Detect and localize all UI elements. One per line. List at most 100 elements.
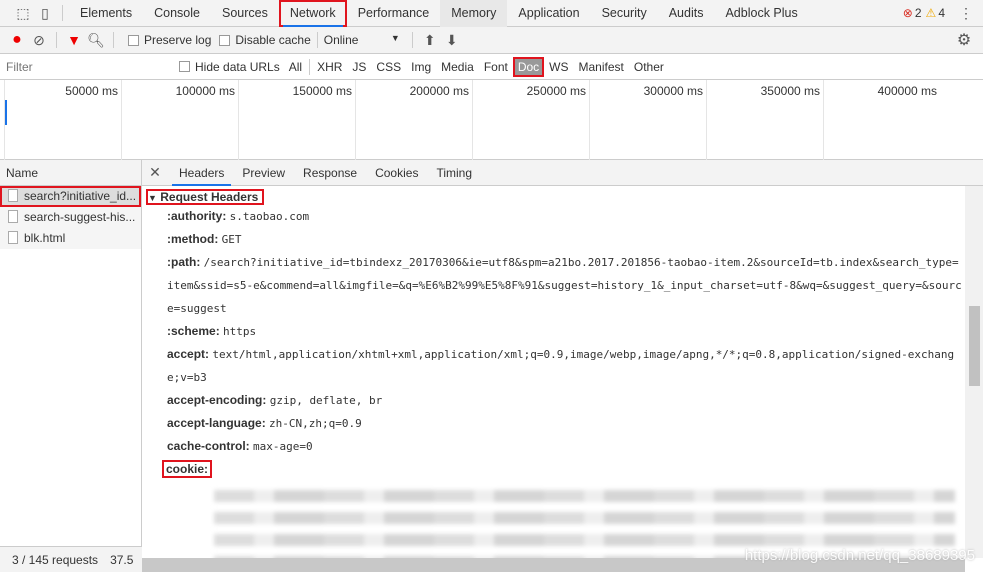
name-column-header[interactable]: Name [0,160,141,186]
export-har-icon[interactable]: ⬇ [441,32,463,49]
filter-ws[interactable]: WS [544,60,573,74]
vertical-scrollbar[interactable] [965,186,983,558]
disable-cache-checkbox[interactable] [219,34,231,46]
filter-js[interactable]: JS [347,60,371,74]
header-row: cache-control: max-age=0 [142,435,965,458]
preserve-log-label[interactable]: Preserve log [144,33,211,47]
request-row[interactable]: search?initiative_id... [0,186,141,207]
header-value: GET [221,233,242,246]
header-name: accept: [167,347,210,361]
tab-preview[interactable]: Preview [233,160,294,186]
header-value: /search?initiative_id=tbindexz_20170306&… [167,256,962,315]
inspect-element-icon[interactable]: ⬚ [12,5,34,22]
header-row: accept-encoding: gzip, deflate, br [142,389,965,412]
timeline-tick: 150000 ms [238,80,355,160]
settings-gear-icon[interactable]: ⚙ [953,30,975,50]
tab-memory[interactable]: Memory [440,0,508,27]
warning-count[interactable]: 4 [938,6,945,20]
header-name: accept-encoding: [167,393,267,407]
scrollbar-thumb[interactable] [969,306,980,386]
header-value: max-age=0 [253,440,313,453]
header-name: :path: [167,255,201,269]
throttle-select[interactable]: Online ▼ [324,33,400,47]
tab-adblock-plus[interactable]: Adblock Plus [714,0,808,27]
request-headers-section[interactable]: ▼ Request Headers [146,189,265,205]
request-row[interactable]: blk.html [0,228,141,249]
headers-content: ▼ Request Headers :authority: s.taobao.c… [142,186,965,558]
header-row: :path: /search?initiative_id=tbindexz_20… [142,251,965,320]
tab-sources[interactable]: Sources [211,0,279,27]
tab-elements[interactable]: Elements [69,0,143,27]
record-icon[interactable]: ● [6,31,28,49]
timeline-tick: 50000 ms [4,80,121,160]
filter-css[interactable]: CSS [371,60,406,74]
divider [62,5,63,21]
preserve-log-checkbox[interactable] [128,34,139,46]
request-list: Name search?initiative_id... search-sugg… [0,160,142,572]
devtools-tab-bar: ⬚ ▯ Elements Console Sources Network Per… [0,0,983,27]
tab-response[interactable]: Response [294,160,366,186]
status-bar: 3 / 145 requests 37.5 [0,546,142,572]
watermark: https://blog.csdn.net/qq_38689395 [744,547,975,564]
timeline-tick: 400000 ms [823,80,940,160]
timeline-marker [5,100,7,125]
error-count[interactable]: 2 [915,6,922,20]
tab-security[interactable]: Security [591,0,658,27]
clear-icon[interactable]: ⊘ [28,32,50,49]
tab-cookies[interactable]: Cookies [366,160,427,186]
tab-headers[interactable]: Headers [170,160,233,186]
header-name: :method: [167,232,219,246]
tab-console[interactable]: Console [143,0,211,27]
document-icon [8,189,18,202]
header-name: :scheme: [167,324,220,338]
header-row-cookie: cookie: [142,458,965,480]
chevron-down-icon: ▼ [390,33,400,43]
detail-tabs: ✕ Headers Preview Response Cookies Timin… [142,160,983,186]
network-toolbar: ● ⊘ ▼ 🔍︎ Preserve log Disable cache Onli… [0,27,983,54]
filter-media[interactable]: Media [436,60,479,74]
warning-icon[interactable]: ⚠ [926,6,937,20]
tab-application[interactable]: Application [507,0,590,27]
timeline-tick: 300000 ms [589,80,706,160]
filter-other[interactable]: Other [629,60,669,74]
divider [316,32,318,48]
header-row: accept-language: zh-CN,zh;q=0.9 [142,412,965,435]
more-options-icon[interactable]: ⋮ [955,5,977,22]
filter-bar: Hide data URLs All XHR JS CSS Img Media … [0,54,983,80]
filter-font[interactable]: Font [479,60,513,74]
disable-cache-label[interactable]: Disable cache [235,33,310,47]
close-icon[interactable]: ✕ [144,164,166,181]
error-icon[interactable]: ⊗ [903,6,913,20]
blurred-cookie-value [214,490,955,502]
filter-img[interactable]: Img [406,60,436,74]
hide-data-urls-label[interactable]: Hide data URLs [195,60,280,74]
request-row[interactable]: search-suggest-his... [0,207,141,228]
header-name: accept-language: [167,416,266,430]
import-har-icon[interactable]: ⬆ [419,32,441,49]
header-value: text/html,application/xhtml+xml,applicat… [167,348,955,384]
header-row: accept: text/html,application/xhtml+xml,… [142,343,965,389]
divider [56,32,57,48]
tab-timing[interactable]: Timing [427,160,481,186]
timeline-tick: 250000 ms [472,80,589,160]
filter-icon[interactable]: ▼ [63,32,85,48]
filter-xhr[interactable]: XHR [312,60,347,74]
tab-performance[interactable]: Performance [347,0,441,27]
filter-all[interactable]: All [284,60,307,74]
filter-input[interactable] [6,57,171,76]
throttle-value: Online [323,33,359,47]
tab-network[interactable]: Network [278,0,347,27]
timeline-overview[interactable]: 50000 ms 100000 ms 150000 ms 200000 ms 2… [0,80,983,160]
filter-doc[interactable]: Doc [512,56,545,77]
tab-audits[interactable]: Audits [658,0,715,27]
device-toolbar-icon[interactable]: ▯ [34,5,56,22]
filter-manifest[interactable]: Manifest [574,60,629,74]
timeline-tick: 200000 ms [355,80,472,160]
blurred-cookie-value [214,512,955,524]
hide-data-urls-checkbox[interactable] [179,61,190,72]
header-value: gzip, deflate, br [269,394,383,407]
blurred-cookie-value [214,534,955,546]
search-icon[interactable]: 🔍︎ [85,32,107,49]
document-icon [8,231,18,244]
triangle-down-icon: ▼ [148,193,157,203]
